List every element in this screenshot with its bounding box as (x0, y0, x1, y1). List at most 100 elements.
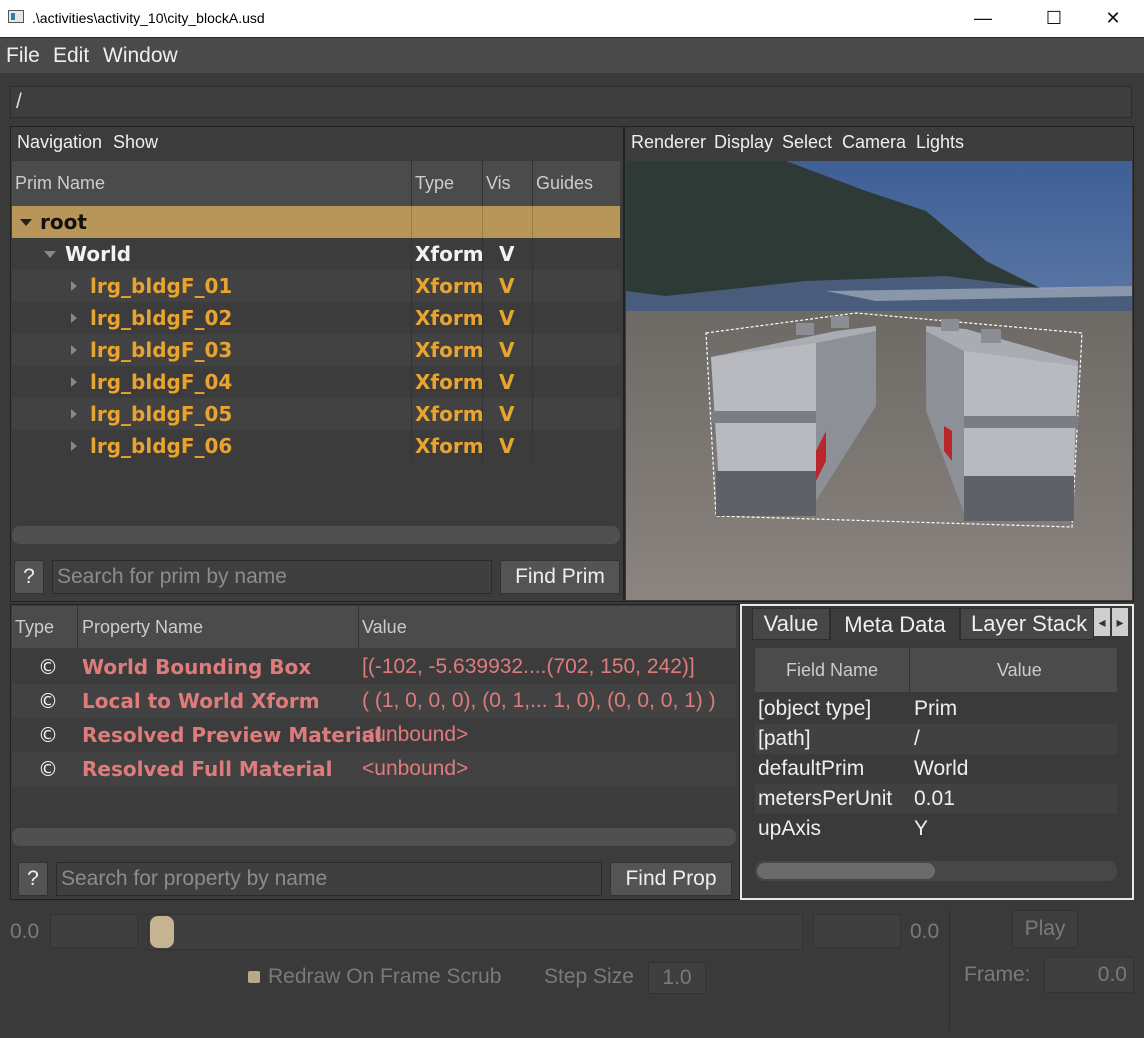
metadata-row[interactable]: [object type] Prim (755, 694, 1117, 724)
menu-edit[interactable]: Edit (53, 44, 89, 68)
menu-camera[interactable]: Camera (842, 132, 906, 153)
prim-help-button[interactable]: ? (14, 560, 44, 594)
tab-scroll-right-icon[interactable]: ▸ (1112, 608, 1128, 636)
property-name: Local to World Xform (82, 689, 320, 713)
frame-slider-handle[interactable] (150, 916, 174, 948)
field-value: 0.01 (914, 787, 955, 810)
tree-row[interactable]: lrg_bldgF_02 Xform V (12, 302, 620, 334)
col-guides[interactable]: Guides (536, 173, 593, 194)
menu-show[interactable]: Show (113, 132, 158, 153)
tab-layer-stack[interactable]: Layer Stack (960, 608, 1094, 640)
prim-vis[interactable]: V (499, 274, 514, 298)
col-meta-value[interactable]: Value (997, 660, 1042, 681)
prim-tree-scrollbar[interactable] (12, 526, 620, 544)
path-field[interactable]: / (10, 86, 1132, 118)
computed-icon: © (38, 689, 58, 713)
menu-select[interactable]: Select (782, 132, 832, 153)
close-icon[interactable]: ✕ (1090, 0, 1136, 37)
expand-arrow-icon[interactable] (71, 345, 77, 355)
frame-label: Frame: (964, 963, 1031, 986)
expand-arrow-icon[interactable] (71, 281, 77, 291)
property-row[interactable]: © Resolved Full Material <unbound> (12, 752, 736, 786)
metadata-row[interactable]: defaultPrim World (755, 754, 1117, 784)
menu-bar: File Edit Window (0, 37, 1144, 73)
frame-slider-track[interactable] (148, 914, 803, 950)
metadata-row[interactable]: metersPerUnit 0.01 (755, 784, 1117, 814)
viewport-canvas[interactable] (626, 161, 1132, 600)
property-help-button[interactable]: ? (18, 862, 48, 896)
col-prop-type[interactable]: Type (15, 617, 54, 638)
redraw-checkbox[interactable] (248, 971, 260, 983)
prim-name: lrg_bldgF_04 (90, 370, 233, 394)
metadata-row[interactable]: upAxis Y (755, 814, 1117, 844)
tree-row[interactable]: lrg_bldgF_03 Xform V (12, 334, 620, 366)
prim-vis[interactable]: V (499, 402, 514, 426)
find-prop-button[interactable]: Find Prop (610, 862, 732, 896)
col-vis[interactable]: Vis (486, 173, 511, 194)
menu-navigation[interactable]: Navigation (17, 132, 102, 153)
prim-type: Xform (415, 306, 484, 330)
tree-row[interactable]: lrg_bldgF_05 Xform V (12, 398, 620, 430)
tree-row[interactable]: lrg_bldgF_06 Xform V (12, 430, 620, 462)
field-value: Prim (914, 697, 958, 720)
range-end-input[interactable] (813, 914, 901, 948)
menu-lights[interactable]: Lights (916, 132, 964, 153)
minimize-icon[interactable]: — (960, 0, 1006, 37)
metadata-scrollbar-thumb[interactable] (757, 863, 935, 879)
timeline-divider (949, 910, 950, 1030)
prim-name: lrg_bldgF_05 (90, 402, 233, 426)
menu-renderer[interactable]: Renderer (631, 132, 706, 153)
field-name: [object type] (758, 697, 872, 720)
col-type[interactable]: Type (415, 173, 454, 194)
menu-file[interactable]: File (6, 44, 40, 68)
property-scrollbar[interactable] (12, 828, 736, 846)
metadata-row[interactable]: [path] / (755, 724, 1117, 754)
prim-vis[interactable]: V (499, 434, 514, 458)
tab-scroll-left-icon[interactable]: ◂ (1094, 608, 1110, 636)
expand-arrow-icon[interactable] (71, 313, 77, 323)
path-text: / (16, 90, 22, 113)
col-field-name[interactable]: Field Name (786, 660, 878, 681)
collapse-arrow-icon[interactable] (44, 251, 56, 258)
range-start-input[interactable] (50, 914, 138, 948)
app-icon (8, 10, 24, 23)
play-button[interactable]: Play (1012, 910, 1078, 948)
menu-window[interactable]: Window (103, 44, 178, 68)
prim-vis[interactable]: V (499, 242, 514, 266)
col-prim-name[interactable]: Prim Name (15, 173, 105, 194)
col-prop-value[interactable]: Value (362, 617, 407, 638)
field-name: metersPerUnit (758, 787, 893, 810)
prim-type: Xform (415, 338, 484, 362)
tree-row-world[interactable]: World Xform V (12, 238, 620, 270)
frame-input[interactable]: 0.0 (1044, 957, 1134, 993)
prim-name: World (65, 242, 132, 266)
property-row[interactable]: © World Bounding Box [(-102, -5.639932..… (12, 650, 736, 684)
tree-row[interactable]: lrg_bldgF_04 Xform V (12, 366, 620, 398)
tab-meta-data[interactable]: Meta Data (830, 608, 960, 640)
expand-arrow-icon[interactable] (71, 441, 77, 451)
col-prop-name[interactable]: Property Name (82, 617, 203, 638)
tab-value[interactable]: Value (752, 608, 830, 640)
prim-vis[interactable]: V (499, 370, 514, 394)
property-row[interactable]: © Local to World Xform ( (1, 0, 0, 0), (… (12, 684, 736, 718)
range-end-label: 0.0 (910, 920, 940, 943)
prim-type: Xform (415, 274, 484, 298)
prim-search-input[interactable]: Search for prim by name (52, 560, 492, 594)
find-prim-button[interactable]: Find Prim (500, 560, 620, 594)
property-value: [(-102, -5.639932....(702, 150, 242)] (362, 655, 695, 678)
menu-display[interactable]: Display (714, 132, 773, 153)
step-size-input[interactable]: 1.0 (648, 962, 706, 994)
tree-row-root[interactable]: root (12, 206, 620, 238)
prim-vis[interactable]: V (499, 306, 514, 330)
property-name: Resolved Full Material (82, 757, 333, 781)
prim-name: lrg_bldgF_03 (90, 338, 233, 362)
property-search-input[interactable]: Search for property by name (56, 862, 602, 896)
expand-arrow-icon[interactable] (71, 377, 77, 387)
maximize-icon[interactable]: ☐ (1031, 0, 1077, 37)
tree-row[interactable]: lrg_bldgF_01 Xform V (12, 270, 620, 302)
property-row[interactable]: © Resolved Preview Material <unbound> (12, 718, 736, 752)
collapse-arrow-icon[interactable] (20, 219, 32, 226)
computed-icon: © (38, 757, 58, 781)
prim-vis[interactable]: V (499, 338, 514, 362)
expand-arrow-icon[interactable] (71, 409, 77, 419)
